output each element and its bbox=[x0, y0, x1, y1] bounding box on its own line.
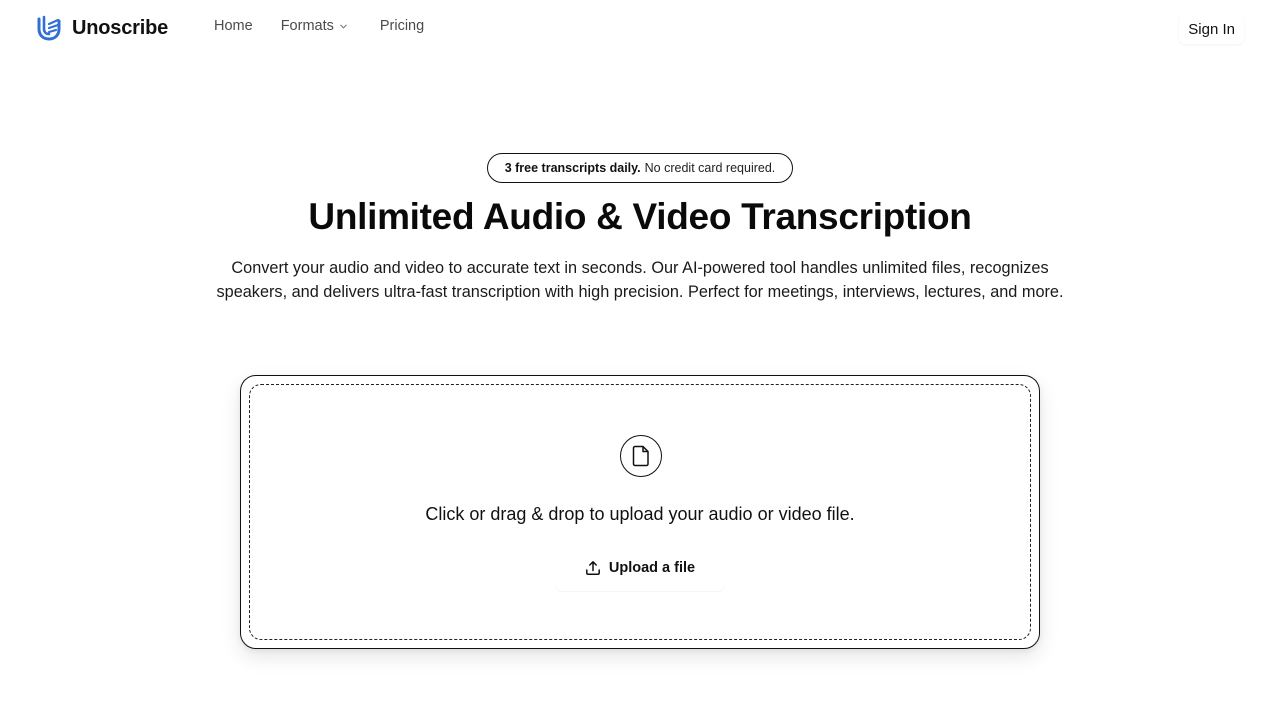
file-icon bbox=[632, 445, 649, 467]
badge-text: No credit card required. bbox=[644, 161, 776, 175]
nav-formats-label: Formats bbox=[280, 18, 334, 34]
unoscribe-logo-icon bbox=[37, 15, 61, 41]
site-header: Unoscribe Home Formats Pricing Sign In bbox=[0, 0, 1280, 56]
main-nav: Home Formats Pricing bbox=[214, 18, 424, 34]
page-title: Unlimited Audio & Video Transcription bbox=[308, 196, 972, 237]
nav-formats-dropdown[interactable]: Formats bbox=[281, 18, 348, 34]
file-icon-circle bbox=[620, 435, 662, 477]
brand-name: Unoscribe bbox=[72, 16, 169, 39]
upload-button-label: Upload a file bbox=[608, 560, 696, 576]
nav-pricing-link[interactable]: Pricing bbox=[380, 18, 424, 34]
brand-home-link[interactable]: Unoscribe bbox=[36, 14, 168, 42]
dropzone-prompt: Click or drag & drop to upload your audi… bbox=[425, 504, 855, 524]
file-dropzone[interactable]: Click or drag & drop to upload your audi… bbox=[249, 384, 1031, 640]
upload-icon bbox=[585, 561, 600, 576]
nav-home-link[interactable]: Home bbox=[214, 18, 253, 34]
chevron-down-icon bbox=[340, 24, 347, 28]
upload-file-button[interactable]: Upload a file bbox=[555, 545, 725, 591]
page-subtitle: Convert your audio and video to accurate… bbox=[216, 259, 1064, 301]
upload-card: Click or drag & drop to upload your audi… bbox=[240, 375, 1040, 649]
sign-in-button[interactable]: Sign In bbox=[1179, 14, 1244, 44]
badge-strong-text: 3 free transcripts daily. bbox=[504, 161, 641, 175]
free-transcripts-badge: 3 free transcripts daily. No credit card… bbox=[487, 153, 793, 183]
